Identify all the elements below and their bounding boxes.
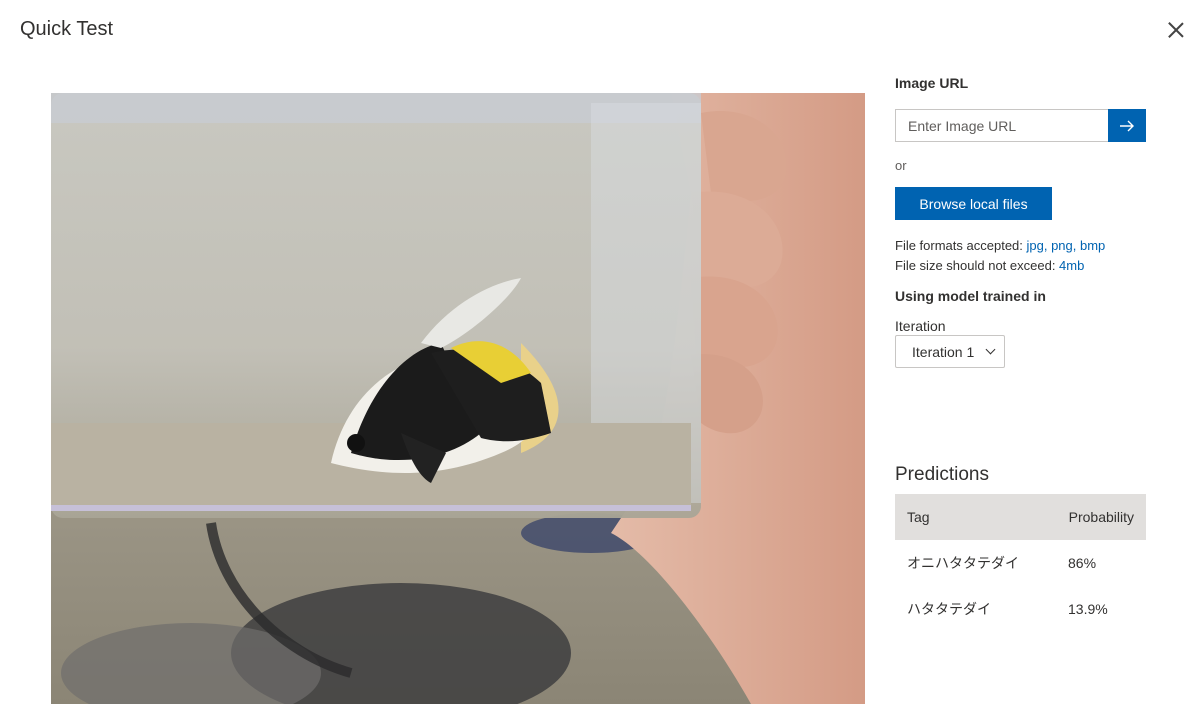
predictions-title: Predictions bbox=[895, 464, 989, 485]
submit-url-button[interactable] bbox=[1108, 109, 1146, 142]
size-prefix: File size should not exceed: bbox=[895, 258, 1060, 273]
prediction-tag: オニハタタテダイ bbox=[907, 555, 1019, 571]
model-label: Using model trained in bbox=[895, 288, 1046, 304]
size-value: 4mb bbox=[1059, 258, 1085, 273]
image-url-input[interactable] bbox=[895, 109, 1108, 142]
or-separator: or bbox=[895, 158, 907, 173]
close-icon[interactable] bbox=[1166, 20, 1186, 40]
test-image bbox=[51, 93, 865, 704]
prediction-tag: ハタタテダイ bbox=[907, 601, 991, 617]
dialog-title: Quick Test bbox=[20, 18, 113, 40]
prediction-probability: 86% bbox=[1068, 555, 1097, 571]
arrow-right-icon bbox=[1120, 120, 1134, 131]
formats-prefix: File formats accepted: bbox=[895, 238, 1027, 253]
table-row: オニハタタテダイ 86% bbox=[895, 540, 1146, 586]
browse-local-files-button[interactable]: Browse local files bbox=[895, 187, 1052, 220]
chevron-down-icon bbox=[985, 344, 996, 355]
predictions-header-row: Tag Probability bbox=[895, 494, 1146, 540]
iteration-label: Iteration bbox=[895, 318, 946, 334]
file-requirements: File formats accepted: jpg, png, bmp Fil… bbox=[895, 236, 1105, 276]
iteration-select[interactable]: Iteration 1 bbox=[895, 335, 1005, 368]
predictions-table: Tag Probability オニハタタテダイ 86% ハタタテダイ 13.9… bbox=[895, 494, 1146, 632]
column-header-probability: Probability bbox=[1058, 494, 1146, 540]
formats-value: jpg, png, bmp bbox=[1026, 238, 1106, 253]
iteration-value: Iteration 1 bbox=[912, 343, 975, 360]
table-row: ハタタテダイ 13.9% bbox=[895, 586, 1146, 632]
column-header-tag: Tag bbox=[895, 494, 1058, 540]
image-url-label: Image URL bbox=[895, 75, 969, 91]
image-url-row bbox=[895, 109, 1146, 142]
prediction-probability: 13.9% bbox=[1068, 601, 1108, 617]
